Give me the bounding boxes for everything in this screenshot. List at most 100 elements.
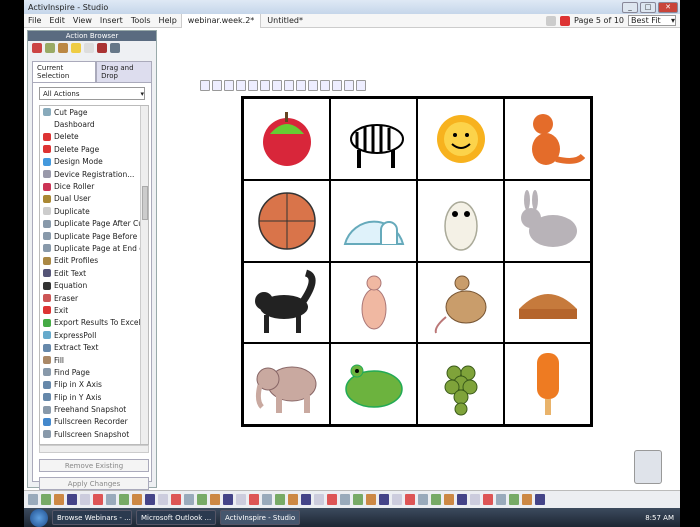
toolbar-button[interactable] bbox=[356, 80, 366, 91]
tool-button[interactable] bbox=[522, 494, 532, 505]
action-list-item[interactable]: Dice Roller bbox=[40, 180, 148, 192]
action-list-item[interactable]: Delete bbox=[40, 131, 148, 143]
grid-cell-grapes[interactable] bbox=[417, 343, 504, 425]
tool-button[interactable] bbox=[418, 494, 428, 505]
browser-icon[interactable] bbox=[110, 43, 120, 53]
start-button[interactable] bbox=[30, 508, 48, 527]
action-list-item[interactable]: Flip in X Axis bbox=[40, 379, 148, 391]
grid-cell-pie[interactable] bbox=[504, 261, 591, 344]
menu-edit[interactable]: Edit bbox=[45, 16, 69, 25]
action-list-item[interactable]: ExpressPoll bbox=[40, 329, 148, 341]
trash-can-icon[interactable] bbox=[634, 450, 662, 484]
toolbar-button[interactable] bbox=[260, 80, 270, 91]
tool-button[interactable] bbox=[405, 494, 415, 505]
tool-button[interactable] bbox=[509, 494, 519, 505]
grid-cell-igloo[interactable] bbox=[330, 179, 417, 262]
toolbar-button[interactable] bbox=[296, 80, 306, 91]
action-list-item[interactable]: Extract Text bbox=[40, 341, 148, 353]
tab-drag-and-drop[interactable]: Drag and Drop bbox=[96, 61, 152, 82]
tool-button[interactable] bbox=[80, 494, 90, 505]
browser-icon[interactable] bbox=[32, 43, 42, 53]
page-icon[interactable] bbox=[546, 15, 557, 26]
action-list-item[interactable]: Fullscreen Recorder bbox=[40, 416, 148, 428]
action-list-item[interactable]: Eraser bbox=[40, 292, 148, 304]
grid-cell-sun[interactable] bbox=[417, 98, 504, 180]
tool-button[interactable] bbox=[54, 494, 64, 505]
tool-button[interactable] bbox=[184, 494, 194, 505]
action-list-item[interactable]: Exit bbox=[40, 304, 148, 316]
grid-cell-fox[interactable] bbox=[504, 98, 591, 180]
grid-cell-apple[interactable] bbox=[243, 98, 330, 180]
action-list-item[interactable]: Device Registration... bbox=[40, 168, 148, 180]
apply-changes-button[interactable]: Apply Changes bbox=[39, 477, 149, 490]
menu-tools[interactable]: Tools bbox=[127, 16, 155, 25]
toolbar-button[interactable] bbox=[224, 80, 234, 91]
tool-button[interactable] bbox=[158, 494, 168, 505]
toolbar-button[interactable] bbox=[272, 80, 282, 91]
grid-cell-frog[interactable] bbox=[330, 343, 417, 425]
action-list-item[interactable]: Fill bbox=[40, 354, 148, 366]
action-list-item[interactable]: Fullscreen Snapshot bbox=[40, 428, 148, 440]
browser-icon[interactable] bbox=[58, 43, 68, 53]
tool-button[interactable] bbox=[535, 494, 545, 505]
grid-cell-rabbit[interactable] bbox=[504, 179, 591, 262]
toolbar-button[interactable] bbox=[344, 80, 354, 91]
tool-button[interactable] bbox=[340, 494, 350, 505]
tool-button[interactable] bbox=[93, 494, 103, 505]
tool-button[interactable] bbox=[444, 494, 454, 505]
action-list-item[interactable]: Duplicate Page Before C bbox=[40, 230, 148, 242]
action-list-item[interactable]: Design Mode bbox=[40, 156, 148, 168]
tool-button[interactable] bbox=[301, 494, 311, 505]
tab-untitled[interactable]: Untitled* bbox=[260, 13, 309, 28]
tab-current-selection[interactable]: Current Selection bbox=[32, 61, 97, 82]
tool-button[interactable] bbox=[171, 494, 181, 505]
tab-webinar[interactable]: webinar.week.2* bbox=[180, 13, 261, 28]
toolbar-button[interactable] bbox=[212, 80, 222, 91]
action-list-item[interactable]: Flip in Y Axis bbox=[40, 391, 148, 403]
horizontal-scrollbar[interactable] bbox=[39, 445, 149, 453]
tool-button[interactable] bbox=[275, 494, 285, 505]
menu-file[interactable]: File bbox=[24, 16, 45, 25]
tool-button[interactable] bbox=[379, 494, 389, 505]
tool-button[interactable] bbox=[106, 494, 116, 505]
tool-button[interactable] bbox=[353, 494, 363, 505]
tool-button[interactable] bbox=[236, 494, 246, 505]
tool-button[interactable] bbox=[197, 494, 207, 505]
browser-icon[interactable] bbox=[97, 43, 107, 53]
task-outlook[interactable]: Microsoft Outlook ... bbox=[136, 510, 216, 525]
tool-button[interactable] bbox=[262, 494, 272, 505]
toolbar-button[interactable] bbox=[332, 80, 342, 91]
toolbar-button[interactable] bbox=[284, 80, 294, 91]
tool-button[interactable] bbox=[132, 494, 142, 505]
tool-button[interactable] bbox=[431, 494, 441, 505]
tool-button[interactable] bbox=[392, 494, 402, 505]
toolbar-button[interactable] bbox=[320, 80, 330, 91]
tool-button[interactable] bbox=[41, 494, 51, 505]
menu-help[interactable]: Help bbox=[155, 16, 181, 25]
action-list-item[interactable]: Export Results To Excel bbox=[40, 317, 148, 329]
tool-button[interactable] bbox=[28, 494, 38, 505]
action-list-item[interactable]: Edit Profiles bbox=[40, 255, 148, 267]
action-list-item[interactable]: Duplicate Page After Cu bbox=[40, 218, 148, 230]
toolbar-button[interactable] bbox=[236, 80, 246, 91]
menu-insert[interactable]: Insert bbox=[96, 16, 127, 25]
action-list-item[interactable]: Cut Page bbox=[40, 106, 148, 118]
action-list-item[interactable]: Duplicate bbox=[40, 205, 148, 217]
minimize-button[interactable]: _ bbox=[622, 1, 638, 13]
grid-cell-owl[interactable] bbox=[417, 179, 504, 262]
vertical-scrollbar[interactable] bbox=[140, 106, 148, 444]
toolbar-button[interactable] bbox=[308, 80, 318, 91]
action-list-item[interactable]: Equation bbox=[40, 279, 148, 291]
action-list-item[interactable]: Duplicate Page at End c bbox=[40, 242, 148, 254]
tool-button[interactable] bbox=[366, 494, 376, 505]
tool-button[interactable] bbox=[327, 494, 337, 505]
close-button[interactable]: ✕ bbox=[658, 1, 678, 13]
browser-icon[interactable] bbox=[45, 43, 55, 53]
tool-button[interactable] bbox=[210, 494, 220, 505]
tool-button[interactable] bbox=[457, 494, 467, 505]
grid-cell-basketball[interactable] bbox=[243, 179, 330, 262]
action-list-item[interactable]: Dual User bbox=[40, 193, 148, 205]
tool-button[interactable] bbox=[119, 494, 129, 505]
actions-filter-select[interactable]: All Actions ▾ bbox=[39, 87, 145, 100]
tool-button[interactable] bbox=[314, 494, 324, 505]
